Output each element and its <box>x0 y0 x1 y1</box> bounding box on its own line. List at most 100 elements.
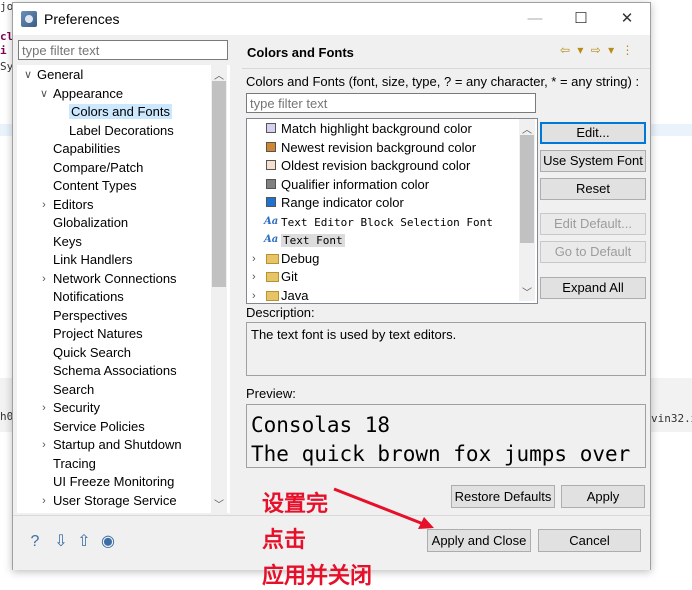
tree-item-network-connections[interactable]: › Network Connections <box>42 270 177 288</box>
restore-defaults-button[interactable]: Restore Defaults <box>451 485 555 508</box>
tree-scroll-thumb[interactable] <box>212 81 226 287</box>
tree-item-keys[interactable]: Keys <box>53 233 82 251</box>
chevron-right-icon[interactable]: › <box>252 268 256 286</box>
tree-item-label: Colors and Fonts <box>69 104 172 119</box>
list-item[interactable]: Range indicator color <box>266 194 404 212</box>
tree-item-label: Service Policies <box>53 418 145 434</box>
navigation-arrows-icon[interactable]: ⇦ ▾ ⇨ ▾ ⋮ <box>560 43 636 57</box>
left-filter-input[interactable] <box>18 40 228 60</box>
tree-item-general[interactable]: ∨ General <box>24 66 83 84</box>
use-system-font-button[interactable]: Use System Font <box>540 150 646 172</box>
list-item[interactable]: › Java <box>252 287 308 304</box>
edit-button[interactable]: Edit... <box>540 122 646 144</box>
tree-item-quick-search[interactable]: Quick Search <box>53 344 131 362</box>
tree-item-colors-and-fonts[interactable]: Colors and Fonts <box>69 103 172 121</box>
list-vertical-scrollbar[interactable]: ︿ ﹀ <box>519 119 535 301</box>
scroll-down-icon[interactable]: ﹀ <box>519 284 535 299</box>
chevron-down-icon[interactable]: ∨ <box>22 66 34 84</box>
tree-item-search[interactable]: Search <box>53 381 94 399</box>
list-scroll-thumb[interactable] <box>520 135 534 243</box>
chevron-right-icon[interactable]: › <box>38 270 50 288</box>
right-filter-input[interactable] <box>246 93 536 113</box>
tree-item-editors[interactable]: › Editors <box>42 196 93 214</box>
import-icon[interactable]: ⇩ <box>52 533 70 551</box>
tree-item-capabilities[interactable]: Capabilities <box>53 140 120 158</box>
annotation-line-1: 设置完 <box>262 491 329 516</box>
tree-item-label: Search <box>53 381 95 397</box>
list-item-label: Range indicator color <box>281 195 404 210</box>
apply-and-close-button[interactable]: Apply and Close <box>427 529 531 552</box>
close-button[interactable]: ✕ <box>604 3 650 35</box>
color-swatch-icon <box>266 123 276 133</box>
preview-line-1: Consolas 18 <box>251 413 391 437</box>
tree-item-perspectives[interactable]: Perspectives <box>53 307 127 325</box>
chevron-right-icon[interactable]: › <box>38 196 50 214</box>
tree-item-service-policies[interactable]: Service Policies <box>53 418 145 436</box>
tree-item-ui-freeze-monitoring[interactable]: UI Freeze Monitoring <box>53 473 174 491</box>
go-to-default-button[interactable]: Go to Default <box>540 241 646 263</box>
tree-item-globalization[interactable]: Globalization <box>53 214 128 232</box>
tree-item-schema-associations[interactable]: Schema Associations <box>53 362 177 380</box>
tree-item-label: Network Connections <box>53 270 177 286</box>
list-item[interactable]: Qualifier information color <box>266 176 430 194</box>
color-swatch-icon <box>266 160 276 170</box>
edit-default-button[interactable]: Edit Default... <box>540 213 646 235</box>
tree-item-appearance[interactable]: ∨ Appearance <box>40 85 123 103</box>
cancel-button[interactable]: Cancel <box>538 529 641 552</box>
page-header: Colors and Fonts ⇦ ▾ ⇨ ▾ ⋮ <box>242 35 650 69</box>
tree-item-label: Security <box>53 400 100 415</box>
tree-item-user-storage-service[interactable]: › User Storage Service <box>42 492 176 510</box>
tree-item-label: Schema Associations <box>53 363 177 378</box>
list-item[interactable]: › Git <box>252 268 298 286</box>
description-box: The text font is used by text editors. <box>246 322 646 376</box>
tree-item-label-decorations[interactable]: Label Decorations <box>69 122 174 140</box>
scroll-down-icon[interactable]: ﹀ <box>211 496 227 511</box>
chevron-right-icon[interactable]: › <box>38 492 50 510</box>
color-swatch-icon <box>266 141 276 152</box>
minimize-button[interactable]: — <box>512 3 558 35</box>
maximize-button[interactable]: ☐ <box>558 3 604 35</box>
tree-item-notifications[interactable]: Notifications <box>53 288 124 306</box>
scroll-up-icon[interactable]: ︿ <box>211 67 227 82</box>
tree-item-link-handlers[interactable]: Link Handlers <box>53 251 133 269</box>
export-icon[interactable]: ⇧ <box>75 533 93 551</box>
chevron-right-icon[interactable]: › <box>252 250 256 268</box>
list-item-label: Debug <box>281 250 320 266</box>
chevron-down-icon[interactable]: ∨ <box>38 85 50 103</box>
tree-item-startup-and-shutdown[interactable]: › Startup and Shutdown <box>42 436 182 454</box>
chevron-right-icon[interactable]: › <box>38 399 50 417</box>
reset-button[interactable]: Reset <box>540 178 646 200</box>
expand-all-button[interactable]: Expand All <box>540 277 646 299</box>
list-item-label: Text Editor Block Selection Font <box>281 215 493 229</box>
list-item-label: Match highlight background color <box>281 121 472 136</box>
tree-item-label: Tracing <box>53 455 96 471</box>
apply-button[interactable]: Apply <box>561 485 645 508</box>
tree-item-label: Quick Search <box>53 344 132 360</box>
preview-label: Preview: <box>246 386 296 401</box>
list-item-label: Qualifier information color <box>281 176 430 192</box>
tree-item-tracing[interactable]: Tracing <box>53 455 96 473</box>
colors-fonts-list: Match highlight background color Newest r… <box>246 118 538 304</box>
font-icon: Aa <box>264 215 279 227</box>
list-item[interactable]: › Debug <box>252 250 320 268</box>
tree-item-label: Content Types <box>53 178 137 193</box>
list-item[interactable]: Match highlight background color <box>266 120 472 138</box>
tree-item-label: Keys <box>53 233 82 249</box>
list-item[interactable]: Aa Text Editor Block Selection Font <box>264 213 493 231</box>
scroll-up-icon[interactable]: ︿ <box>519 121 535 136</box>
list-item[interactable]: Aa Text Font <box>264 231 345 249</box>
tree-item-content-types[interactable]: Content Types <box>53 177 137 195</box>
chevron-right-icon[interactable]: › <box>38 436 50 454</box>
tree-item-project-natures[interactable]: Project Natures <box>53 325 143 343</box>
tree-vertical-scrollbar[interactable]: ︿ ﹀ <box>211 65 227 513</box>
oomph-preference-icon[interactable]: ◉ <box>99 533 117 551</box>
tree-item-compare-patch[interactable]: Compare/Patch <box>53 159 143 177</box>
help-icon[interactable]: ? <box>26 533 44 551</box>
list-item[interactable]: Newest revision background color <box>266 139 476 157</box>
folder-icon <box>266 272 279 282</box>
chevron-right-icon[interactable]: › <box>252 287 256 304</box>
tree-item-label: Link Handlers <box>53 252 133 267</box>
list-item[interactable]: Oldest revision background color <box>266 157 470 175</box>
tree-item-security[interactable]: › Security <box>42 399 100 417</box>
preferences-app-icon <box>21 11 37 27</box>
